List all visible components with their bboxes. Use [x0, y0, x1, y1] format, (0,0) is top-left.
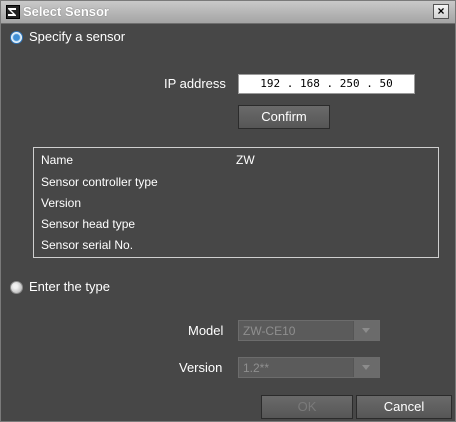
model-label: Model — [188, 323, 224, 338]
info-label-controller-type: Sensor controller type — [41, 175, 158, 189]
info-label-name: Name — [41, 153, 74, 167]
model-select-value: ZW-CE10 — [243, 324, 296, 338]
ip-address-input[interactable]: 192 . 168 . 250 . 50 — [238, 74, 415, 94]
chevron-down-icon[interactable] — [353, 358, 379, 377]
enter-type-label[interactable]: Enter the type — [29, 279, 110, 294]
info-label-serial-no: Sensor serial No. — [41, 238, 134, 252]
specify-sensor-label[interactable]: Specify a sensor — [29, 29, 125, 44]
chevron-down-icon[interactable] — [353, 321, 379, 340]
enter-type-radio[interactable] — [10, 281, 23, 294]
ip-address-label: IP address — [164, 76, 226, 91]
model-select[interactable]: ZW-CE10 — [238, 320, 380, 341]
version-select-value: 1.2** — [243, 361, 270, 375]
specify-sensor-radio[interactable] — [10, 31, 23, 44]
close-button[interactable]: × — [433, 4, 449, 19]
sensor-info-panel: Name ZW Sensor controller type Version S… — [33, 147, 439, 258]
info-label-version: Version — [41, 196, 82, 210]
app-icon — [6, 5, 20, 19]
window-title: Select Sensor — [23, 4, 109, 19]
info-value-name: ZW — [236, 153, 255, 167]
version-label: Version — [179, 360, 223, 375]
info-label-head-type: Sensor head type — [41, 217, 136, 231]
version-select[interactable]: 1.2** — [238, 357, 380, 378]
select-sensor-dialog: Select Sensor × Specify a sensor IP addr… — [0, 0, 456, 422]
ok-button[interactable]: OK — [261, 395, 353, 419]
cancel-button[interactable]: Cancel — [356, 395, 452, 419]
confirm-button[interactable]: Confirm — [238, 105, 330, 129]
title-bar[interactable]: Select Sensor × — [1, 1, 455, 24]
